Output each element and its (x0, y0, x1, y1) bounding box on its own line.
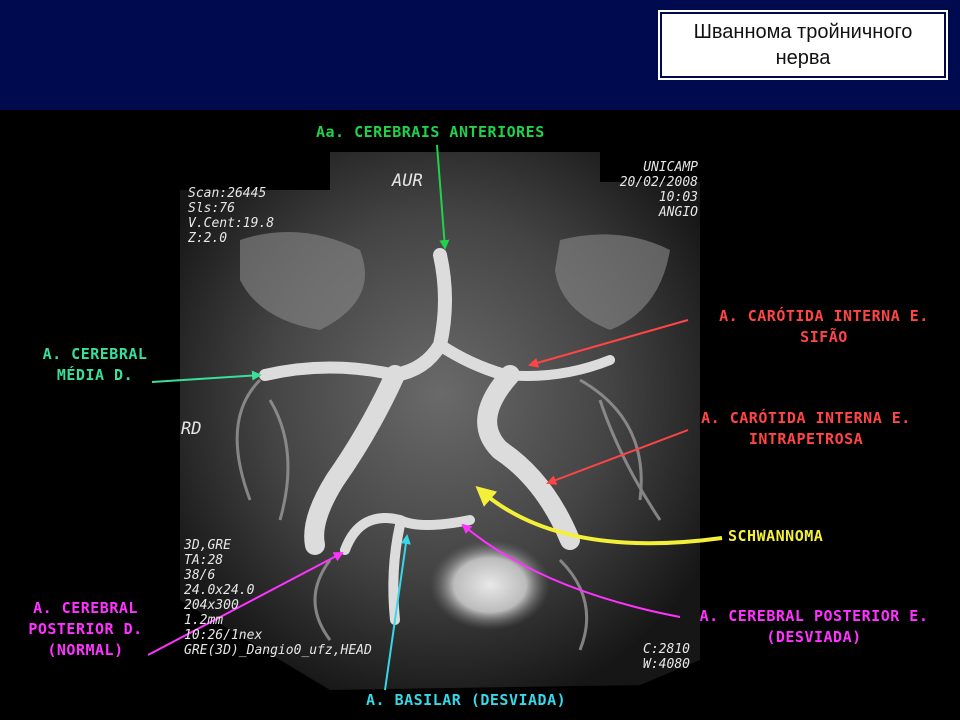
slide-title: Шваннома тройничного нерва (693, 21, 913, 69)
scan-info-line: GRE(3D)_Dangio0_ufz,HEAD (184, 643, 372, 658)
scan-info-line: Sls:76 (188, 201, 235, 216)
label-line: A. CEREBRAL POSTERIOR E. (699, 607, 929, 625)
scan-info-line: V.Cent:19.8 (188, 216, 275, 231)
label-line: (DESVIADA) (766, 628, 862, 646)
scan-info-line: 10:03 (658, 190, 698, 205)
label-line: A. CARÓTIDA INTERNA E. (719, 307, 929, 325)
label-line: A. CARÓTIDA INTERNA E. (701, 409, 911, 427)
label-carotid-sifao: A. CARÓTIDA INTERNA E. SIFÃO (690, 306, 958, 348)
scan-info-line: W:4080 (643, 657, 690, 672)
label-anterior-arteries: Aa. CEREBRAIS ANTERIORES (316, 123, 545, 141)
scan-info-top-right: UNICAMP 20/02/2008 10:03 ANGIO (598, 160, 698, 220)
scan-info-line: ANGIO (658, 205, 698, 220)
label-line: MÉDIA D. (56, 366, 134, 384)
scan-info-line: TA:28 (184, 553, 224, 568)
scan-info-line: 10:26/1nex (184, 628, 263, 643)
scan-info-top-left: Scan:26445 Sls:76 V.Cent:19.8 Z:2.0 (188, 186, 274, 246)
label-line: INTRAPETROSA (748, 430, 864, 448)
label-posterior-e: A. CEREBRAL POSTERIOR E. (DESVIADA) (676, 606, 952, 648)
scan-info-line: 3D,GRE (184, 538, 231, 553)
label-carotid-intrapetrosa: A. CARÓTIDA INTERNA E. INTRAPETROSA (686, 408, 926, 450)
title-box: Шваннома тройничного нерва (658, 10, 948, 80)
scan-info-line: 20/02/2008 (619, 175, 698, 190)
scan-info-line: Scan:26445 (188, 186, 267, 201)
rd-marker: RD (181, 419, 202, 439)
label-line: SIFÃO (800, 328, 848, 346)
label-posterior-d: A. CEREBRAL POSTERIOR D. (NORMAL) (8, 598, 163, 661)
label-line: POSTERIOR D. (28, 620, 143, 638)
scan-info-line: 204x300 (184, 598, 239, 613)
scan-info-line: 1.2mm (184, 613, 224, 628)
tumor-shadow (430, 540, 550, 630)
scan-info-line: Z:2.0 (188, 231, 228, 246)
scan-info-bottom-left: 3D,GRE TA:28 38/6 24.0x24.0 204x300 1.2m… (184, 538, 372, 658)
scan-info-line: 24.0x24.0 (184, 583, 255, 598)
label-schwannoma: SCHWANNOMA (728, 527, 824, 545)
scan-info-line: 38/6 (184, 568, 216, 583)
label-media: A. CEREBRAL MÉDIA D. (20, 344, 170, 386)
label-line: A. CEREBRAL (42, 345, 148, 363)
label-line: (NORMAL) (47, 641, 124, 659)
scan-info-line: UNICAMP (643, 160, 698, 175)
aur-marker: AUR (392, 171, 423, 191)
label-line: A. CEREBRAL (33, 599, 138, 617)
label-basilar: A. BASILAR (DESVIADA) (366, 691, 567, 709)
